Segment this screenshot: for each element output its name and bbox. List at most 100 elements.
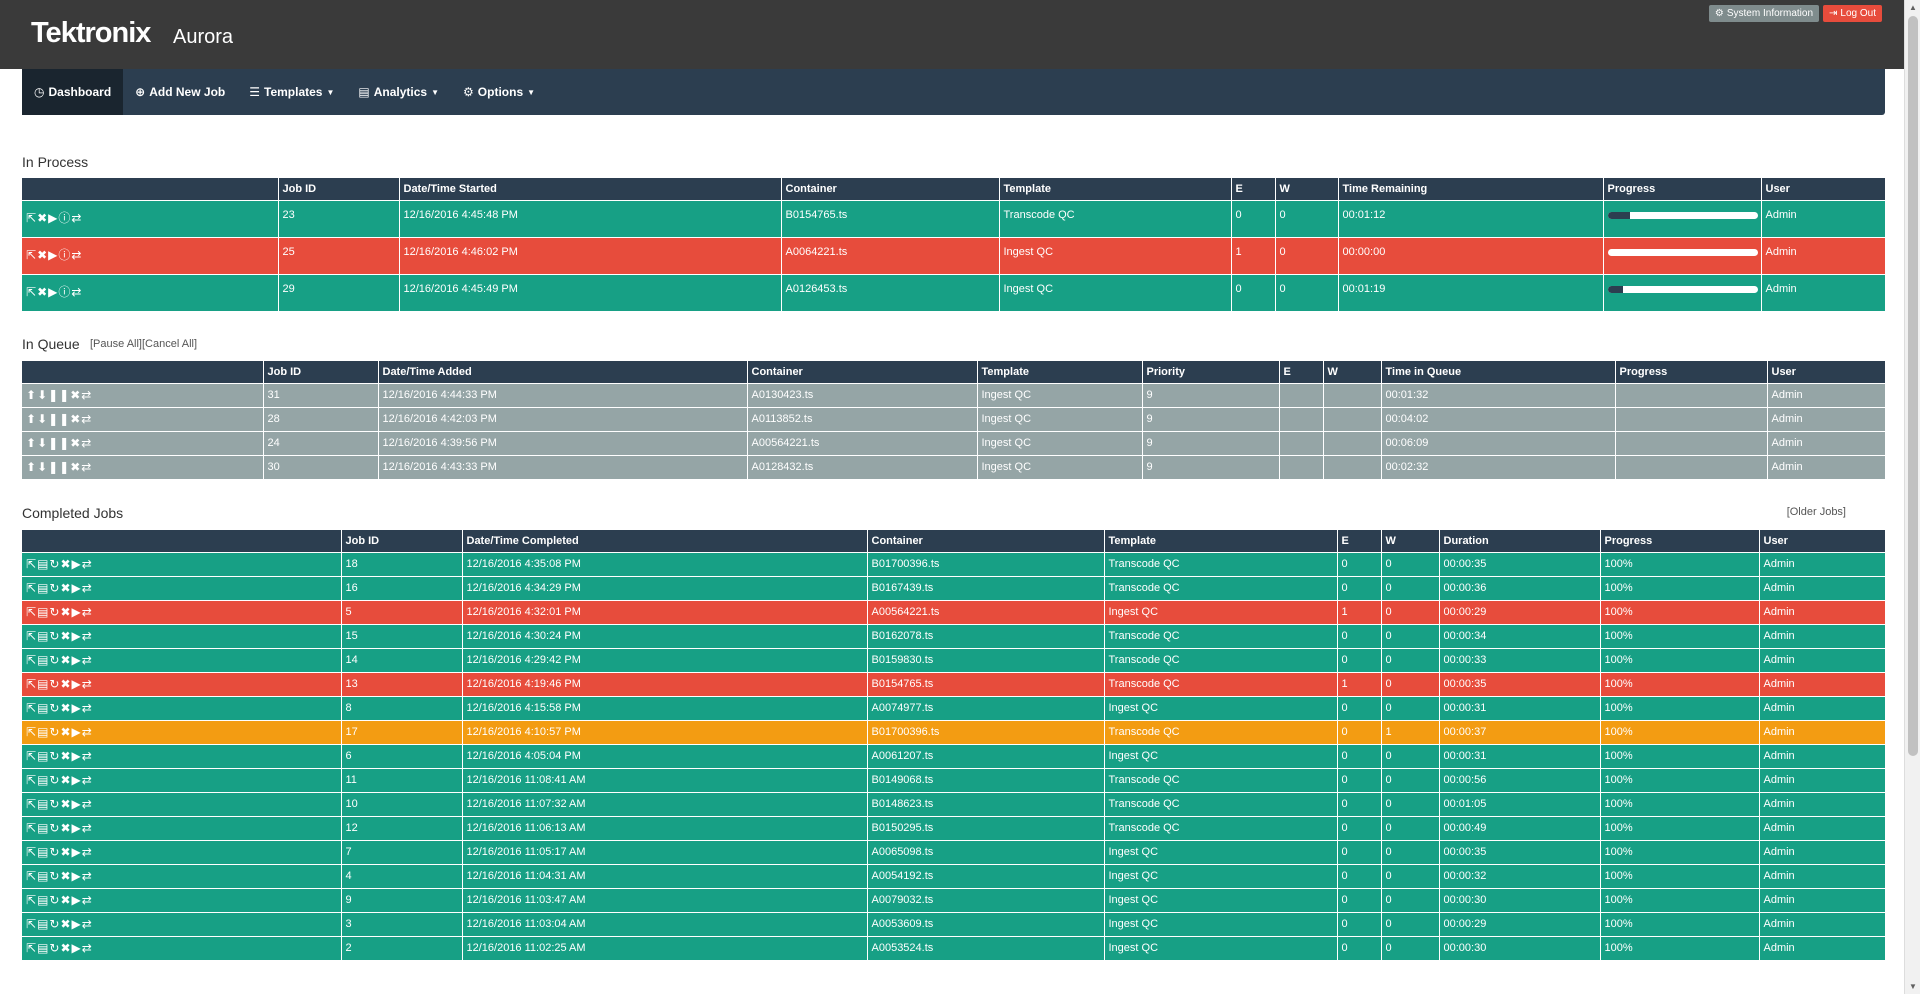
- logout-button[interactable]: ⇥ Log Out: [1823, 5, 1882, 22]
- play-icon[interactable]: ▶: [72, 797, 82, 811]
- exchange-icon[interactable]: ⇄: [81, 460, 92, 474]
- exchange-icon[interactable]: ⇄: [71, 211, 82, 225]
- rerun-icon[interactable]: ↻: [49, 821, 60, 835]
- exchange-icon[interactable]: ⇄: [82, 749, 93, 763]
- cancel-icon[interactable]: ✖: [60, 917, 71, 931]
- pdf-report-icon[interactable]: ▤: [37, 725, 49, 739]
- cancel-icon[interactable]: ✖: [37, 248, 48, 262]
- page-scrollbar[interactable]: ▲ ▼: [1904, 0, 1920, 994]
- rerun-icon[interactable]: ↻: [49, 797, 60, 811]
- exchange-icon[interactable]: ⇄: [82, 605, 93, 619]
- exchange-icon[interactable]: ⇄: [82, 917, 93, 931]
- table-row[interactable]: ⇱▤↻✖▶⇄ 15 12/16/2016 4:30:24 PM B0162078.ts…: [22, 623, 1885, 648]
- open-icon[interactable]: ⇱: [26, 725, 37, 739]
- pdf-report-icon[interactable]: ▤: [37, 557, 49, 571]
- open-icon[interactable]: ⇱: [26, 653, 37, 667]
- pause-icon[interactable]: ❚❚: [48, 388, 70, 402]
- open-icon[interactable]: ⇱: [26, 701, 37, 715]
- play-icon[interactable]: ▶: [72, 605, 82, 619]
- play-icon[interactable]: ▶: [72, 557, 82, 571]
- open-icon[interactable]: ⇱: [26, 797, 37, 811]
- nav-options[interactable]: ⚙ Options ▼: [451, 69, 547, 115]
- exchange-icon[interactable]: ⇄: [82, 797, 93, 811]
- play-icon[interactable]: ▶: [72, 869, 82, 883]
- exchange-icon[interactable]: ⇄: [82, 557, 93, 571]
- play-icon[interactable]: ▶: [72, 725, 82, 739]
- pdf-report-icon[interactable]: ▤: [37, 581, 49, 595]
- open-icon[interactable]: ⇱: [26, 557, 37, 571]
- table-row[interactable]: ⇱▤↻✖▶⇄ 9 12/16/2016 11:03:47 AM A0079032.ts…: [22, 887, 1885, 912]
- rerun-icon[interactable]: ↻: [49, 629, 60, 643]
- move-up-icon[interactable]: ⬆: [26, 460, 37, 474]
- rerun-icon[interactable]: ↻: [49, 869, 60, 883]
- table-row[interactable]: ⇱▤↻✖▶⇄ 16 12/16/2016 4:34:29 PM B0167439.ts…: [22, 575, 1885, 600]
- move-down-icon[interactable]: ⬇: [37, 460, 48, 474]
- cancel-icon[interactable]: ✖: [37, 211, 48, 225]
- cancel-icon[interactable]: ✖: [70, 388, 81, 402]
- table-row[interactable]: ⬆⬇❚❚✖⇄ 31 12/16/2016 4:44:33 PM A0130423.ts…: [22, 382, 1885, 407]
- cancel-icon[interactable]: ✖: [60, 893, 71, 907]
- pause-icon[interactable]: ❚❚: [48, 412, 70, 426]
- cancel-icon[interactable]: ✖: [60, 605, 71, 619]
- table-row[interactable]: ⇱▤↻✖▶⇄ 6 12/16/2016 4:05:04 PM A0061207.ts I…: [22, 743, 1885, 768]
- info-icon[interactable]: ⓘ: [58, 248, 71, 262]
- table-row[interactable]: ⇱▤↻✖▶⇄ 17 12/16/2016 4:10:57 PM B01700396.t…: [22, 719, 1885, 744]
- move-up-icon[interactable]: ⬆: [26, 388, 37, 402]
- cancel-icon[interactable]: ✖: [70, 412, 81, 426]
- open-icon[interactable]: ⇱: [26, 629, 37, 643]
- move-up-icon[interactable]: ⬆: [26, 436, 37, 450]
- move-down-icon[interactable]: ⬇: [37, 388, 48, 402]
- cancel-icon[interactable]: ✖: [60, 629, 71, 643]
- table-row[interactable]: ⇱▤↻✖▶⇄ 7 12/16/2016 11:05:17 AM A0065098.ts…: [22, 839, 1885, 864]
- table-row[interactable]: ⬆⬇❚❚✖⇄ 30 12/16/2016 4:43:33 PM A0128432.ts…: [22, 454, 1885, 479]
- exchange-icon[interactable]: ⇄: [71, 248, 82, 262]
- brand-logo[interactable]: Tektronix: [31, 17, 151, 50]
- pause-all-link[interactable]: [Pause All]: [90, 338, 142, 350]
- play-icon[interactable]: ▶: [72, 581, 82, 595]
- play-icon[interactable]: ▶: [72, 749, 82, 763]
- open-icon[interactable]: ⇱: [26, 869, 37, 883]
- open-icon[interactable]: ⇱: [26, 917, 37, 931]
- cancel-icon[interactable]: ✖: [60, 557, 71, 571]
- play-icon[interactable]: ▶: [48, 285, 58, 299]
- exchange-icon[interactable]: ⇄: [82, 629, 93, 643]
- cancel-icon[interactable]: ✖: [60, 581, 71, 595]
- pdf-report-icon[interactable]: ▤: [37, 749, 49, 763]
- exchange-icon[interactable]: ⇄: [82, 773, 93, 787]
- exchange-icon[interactable]: ⇄: [82, 701, 93, 715]
- table-row[interactable]: ⇱▤↻✖▶⇄ 3 12/16/2016 11:03:04 AM A0053609.ts…: [22, 911, 1885, 936]
- older-jobs-link[interactable]: [Older Jobs]: [1787, 506, 1846, 518]
- table-row[interactable]: ⇱✖▶ⓘ⇄ 29 12/16/2016 4:45:49 PM A0126453.ts I…: [22, 273, 1885, 311]
- table-row[interactable]: ⇱✖▶ⓘ⇄ 25 12/16/2016 4:46:02 PM A0064221.ts I…: [22, 236, 1885, 274]
- play-icon[interactable]: ▶: [72, 917, 82, 931]
- move-down-icon[interactable]: ⬇: [37, 436, 48, 450]
- open-icon[interactable]: ⇱: [26, 605, 37, 619]
- play-icon[interactable]: ▶: [48, 211, 58, 225]
- open-icon[interactable]: ⇱: [26, 773, 37, 787]
- pdf-report-icon[interactable]: ▤: [37, 653, 49, 667]
- open-icon[interactable]: ⇱: [26, 285, 37, 299]
- play-icon[interactable]: ▶: [72, 629, 82, 643]
- pdf-report-icon[interactable]: ▤: [37, 917, 49, 931]
- rerun-icon[interactable]: ↻: [49, 749, 60, 763]
- table-row[interactable]: ⇱▤↻✖▶⇄ 8 12/16/2016 4:15:58 PM A0074977.ts I…: [22, 695, 1885, 720]
- exchange-icon[interactable]: ⇄: [82, 893, 93, 907]
- open-icon[interactable]: ⇱: [26, 211, 37, 225]
- nav-dashboard[interactable]: ◷ Dashboard: [22, 69, 124, 115]
- pdf-report-icon[interactable]: ▤: [37, 677, 49, 691]
- cancel-icon[interactable]: ✖: [60, 797, 71, 811]
- play-icon[interactable]: ▶: [72, 677, 82, 691]
- open-icon[interactable]: ⇱: [26, 941, 37, 955]
- system-information-button[interactable]: ⚙ System Information: [1708, 5, 1820, 22]
- play-icon[interactable]: ▶: [72, 821, 82, 835]
- pdf-report-icon[interactable]: ▤: [37, 821, 49, 835]
- cancel-icon[interactable]: ✖: [70, 460, 81, 474]
- exchange-icon[interactable]: ⇄: [82, 941, 93, 955]
- cancel-all-link[interactable]: [Cancel All]: [142, 338, 197, 350]
- pdf-report-icon[interactable]: ▤: [37, 629, 49, 643]
- open-icon[interactable]: ⇱: [26, 821, 37, 835]
- pdf-report-icon[interactable]: ▤: [37, 605, 49, 619]
- rerun-icon[interactable]: ↻: [49, 773, 60, 787]
- table-row[interactable]: ⇱▤↻✖▶⇄ 18 12/16/2016 4:35:08 PM B01700396.t…: [22, 551, 1885, 576]
- cancel-icon[interactable]: ✖: [60, 725, 71, 739]
